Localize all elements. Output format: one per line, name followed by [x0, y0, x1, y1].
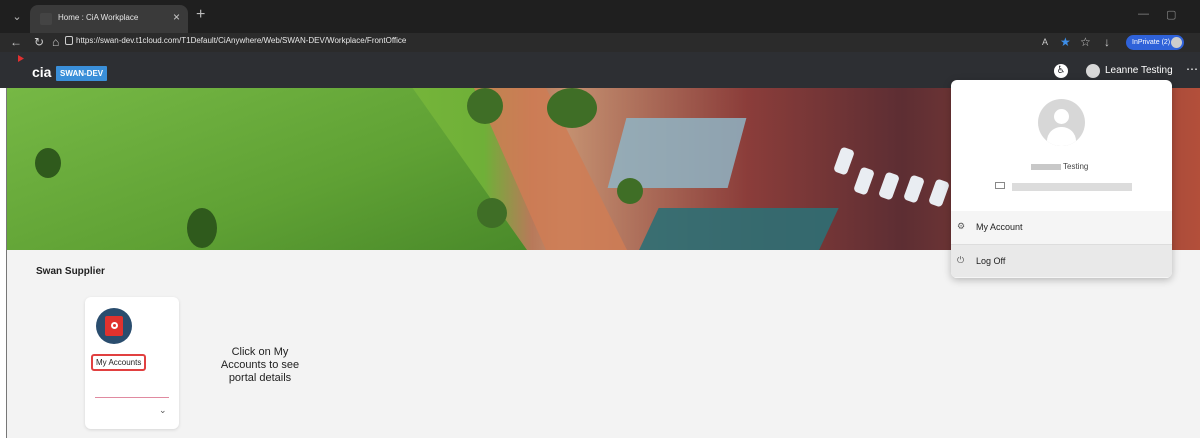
inprivate-label: InPrivate (2): [1132, 39, 1171, 46]
tab-actions-icon[interactable]: ⌄: [8, 8, 26, 26]
refresh-icon[interactable]: ↻: [34, 35, 44, 49]
redacted-email: [1012, 183, 1132, 191]
profile-name-suffix: Testing: [1063, 162, 1089, 171]
user-name-button[interactable]: Leanne Testing: [1105, 65, 1173, 76]
cia-logo[interactable]: cia: [32, 64, 51, 80]
cursor-marker-icon: [18, 55, 24, 62]
read-aloud-icon[interactable]: A: [1042, 35, 1048, 49]
content-area: [7, 250, 1200, 438]
new-tab-icon[interactable]: +: [196, 6, 205, 24]
maximize-icon[interactable]: ▢: [1166, 8, 1176, 21]
menu-item-label: My Account: [976, 222, 1023, 232]
power-icon: ⏻: [957, 255, 965, 265]
tab-favicon-icon: [40, 13, 52, 25]
profile-name: Testing: [1031, 162, 1088, 171]
browser-tab[interactable]: Home : CiA Workplace ×: [30, 5, 188, 33]
browser-address-bar: ← ↻ ⌂ https://swan-dev.t1cloud.com/T1Def…: [0, 33, 1200, 52]
my-accounts-tile[interactable]: My Accounts ⌄: [85, 297, 179, 429]
inprivate-badge[interactable]: InPrivate (2): [1126, 35, 1184, 50]
minimize-icon[interactable]: —: [1138, 8, 1149, 20]
favorite-star-icon[interactable]: ★: [1060, 35, 1071, 49]
environment-badge: SWAN-DEV: [56, 66, 108, 81]
back-icon[interactable]: ←: [10, 35, 22, 49]
tile-divider: [95, 397, 169, 398]
log-off-menu-item[interactable]: ⏻ Log Off: [951, 244, 1172, 277]
tab-close-icon[interactable]: ×: [173, 10, 180, 24]
my-accounts-link[interactable]: My Accounts: [91, 354, 147, 371]
redacted-text: [1031, 163, 1061, 170]
profile-avatar: [1038, 99, 1085, 146]
profile-menu: ⚙ My Account ⏻ Log Off: [951, 211, 1172, 278]
tab-title: Home : CiA Workplace: [58, 13, 139, 22]
lock-icon: [65, 36, 73, 45]
chevron-down-icon[interactable]: ⌄: [159, 405, 167, 416]
url-field[interactable]: https://swan-dev.t1cloud.com/T1Default/C…: [76, 36, 406, 45]
accounts-app-icon: [96, 308, 132, 344]
home-icon[interactable]: ⌂: [52, 35, 59, 49]
instruction-annotation: Click on My Accounts to see portal detai…: [220, 346, 300, 384]
mail-icon: [995, 182, 1005, 189]
profile-avatar-icon: [1171, 37, 1182, 48]
user-avatar[interactable]: [1086, 64, 1100, 78]
accessibility-icon[interactable]: ♿: [1054, 64, 1068, 78]
favorites-icon[interactable]: ☆: [1080, 35, 1091, 49]
section-title: Swan Supplier: [36, 266, 105, 277]
user-settings-icon: ⚙: [957, 221, 966, 231]
browser-tab-strip: ⌄ Home : CiA Workplace × + — ▢: [0, 0, 1200, 33]
menu-item-label: Log Off: [976, 256, 1006, 266]
my-account-menu-item[interactable]: ⚙ My Account: [951, 211, 1172, 244]
downloads-icon[interactable]: ↓: [1104, 35, 1110, 49]
profile-popup: Testing ⚙ My Account ⏻ Log Off: [951, 80, 1172, 278]
more-options-icon[interactable]: ⋯: [1186, 62, 1198, 76]
